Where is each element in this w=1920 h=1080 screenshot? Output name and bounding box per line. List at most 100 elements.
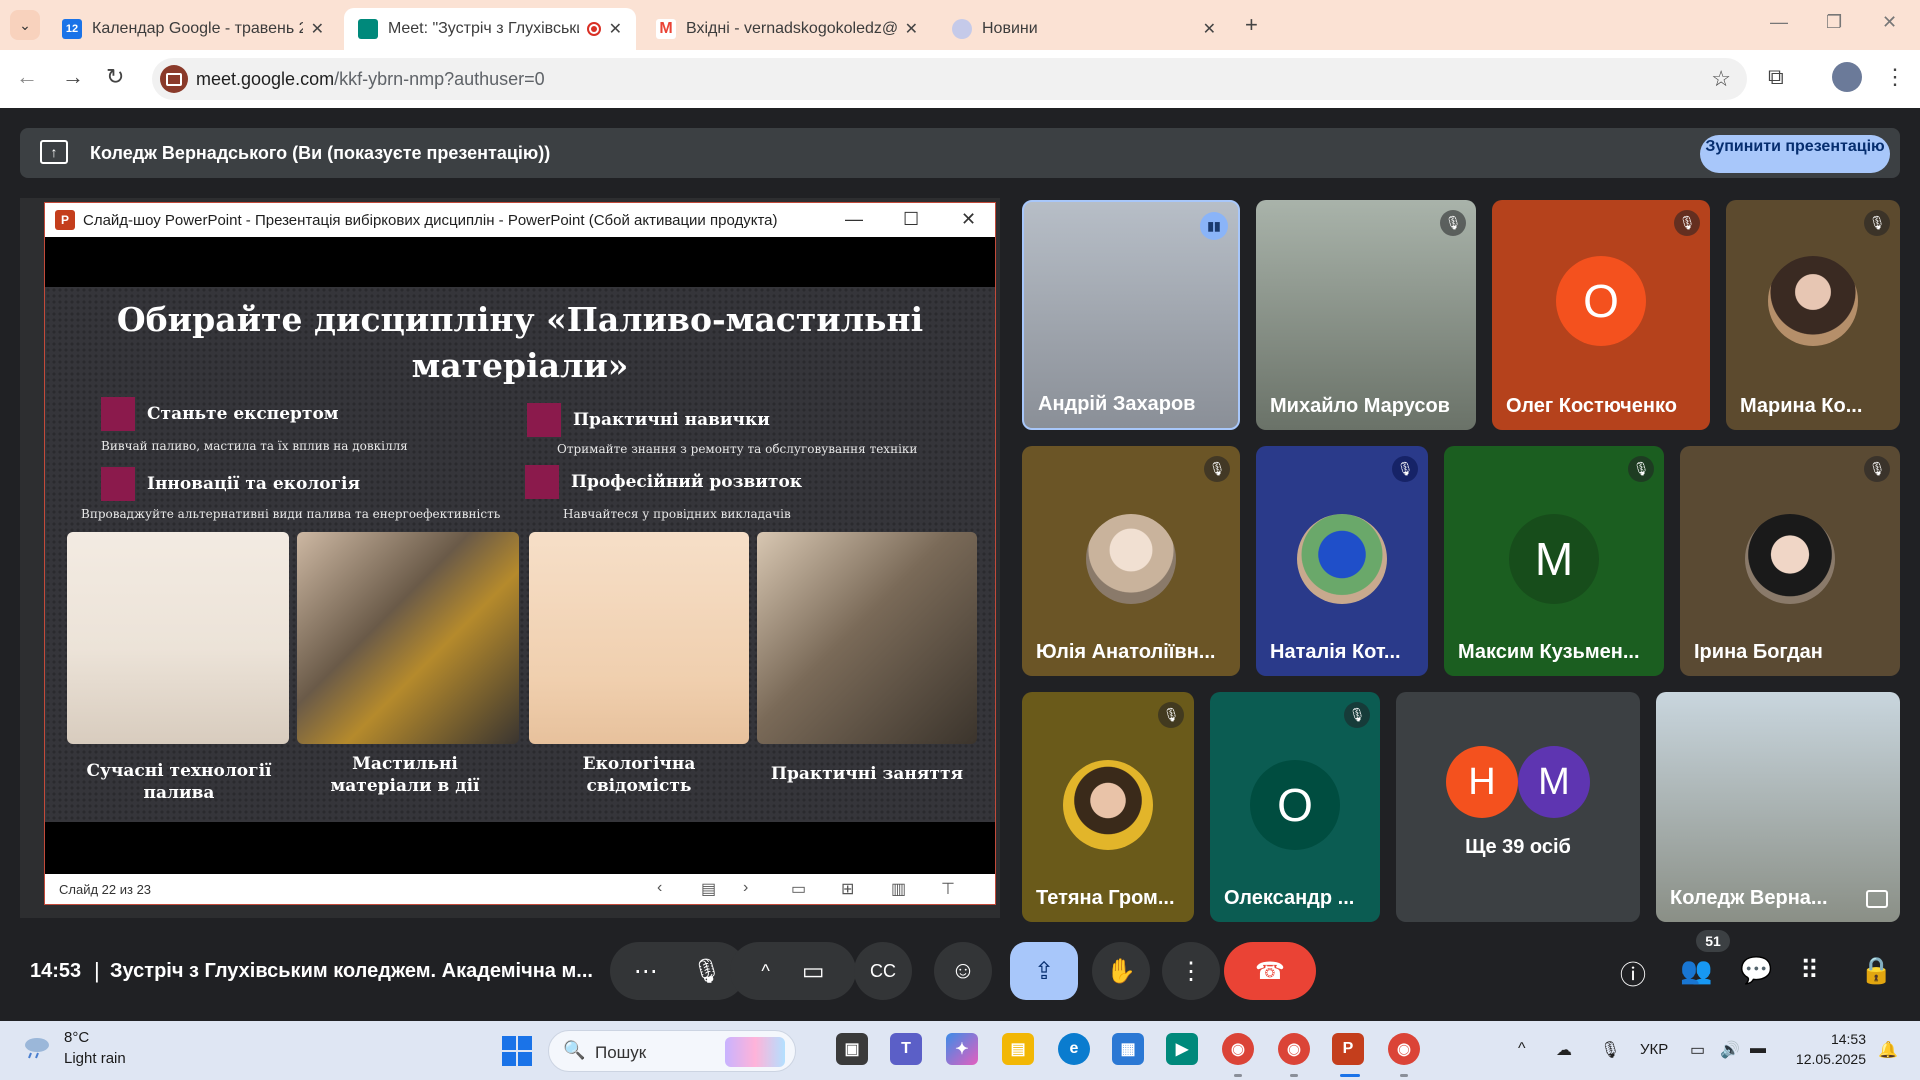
mic-off-icon: 🎙 bbox=[1628, 456, 1654, 482]
edge-icon[interactable]: e bbox=[1058, 1033, 1090, 1065]
chrome-alt-icon[interactable]: ◉ bbox=[1388, 1033, 1420, 1065]
participant-name: Марина Ко... bbox=[1740, 395, 1863, 417]
taskbar-time[interactable]: 14:53 bbox=[1796, 1031, 1866, 1047]
close-icon[interactable]: ✕ bbox=[609, 19, 622, 39]
prev-slide-icon[interactable]: ‹ bbox=[657, 879, 662, 897]
microphone-icon[interactable]: 🎙 bbox=[692, 957, 722, 986]
captions-button[interactable]: CC bbox=[854, 942, 912, 1000]
slide: Обирайте дисципліну «Паливо-мастильні ма… bbox=[45, 287, 995, 822]
self-view-tile[interactable]: Коледж Верна... bbox=[1656, 692, 1900, 922]
camera-icon[interactable]: ▭ bbox=[802, 957, 825, 986]
input-language[interactable]: УКР bbox=[1640, 1041, 1668, 1058]
participant-tile[interactable]: 🎙 О Олександр ... bbox=[1210, 692, 1380, 922]
search-highlight-image bbox=[725, 1037, 785, 1067]
pip-icon[interactable] bbox=[1866, 890, 1888, 908]
close-icon[interactable]: ✕ bbox=[1203, 19, 1216, 39]
address-bar[interactable]: meet.google.com/kkf-ybrn-nmp?authuser=0 … bbox=[152, 58, 1747, 100]
more-audio-options-icon[interactable]: ⋯ bbox=[634, 957, 658, 986]
leave-call-button[interactable]: ☎ bbox=[1224, 942, 1316, 1000]
host-controls-icon[interactable]: 🔒 bbox=[1860, 955, 1892, 986]
feature-desc: Впроваджуйте альтернативні види палива т… bbox=[81, 507, 501, 521]
onedrive-icon[interactable]: ☁ bbox=[1556, 1040, 1572, 1060]
bullet-square bbox=[101, 467, 135, 501]
close-window-button[interactable]: ✕ bbox=[1882, 12, 1897, 33]
raise-hand-button[interactable]: ✋ bbox=[1092, 942, 1150, 1000]
participant-tile[interactable]: 🎙 О Олег Костюченко bbox=[1492, 200, 1710, 430]
meeting-info-icon[interactable]: ⓘ bbox=[1620, 955, 1646, 992]
participant-tile[interactable]: 🎙 Тетяна Гром... bbox=[1022, 692, 1194, 922]
file-explorer-icon[interactable]: ▤ bbox=[1002, 1033, 1034, 1065]
volume-icon[interactable]: 🔊 bbox=[1720, 1040, 1740, 1060]
chrome-icon[interactable]: ◉ bbox=[1222, 1033, 1254, 1065]
participant-tile[interactable]: 🎙 Марина Ко... bbox=[1726, 200, 1900, 430]
close-icon[interactable]: ✕ bbox=[905, 19, 918, 39]
notifications-icon[interactable]: 🔔 bbox=[1878, 1040, 1898, 1060]
chevron-up-icon[interactable]: ^ bbox=[761, 961, 769, 982]
windows-start-icon[interactable] bbox=[502, 1036, 532, 1066]
weather-temperature[interactable]: 8°C bbox=[64, 1029, 89, 1046]
taskbar-date[interactable]: 12.05.2025 bbox=[1770, 1051, 1866, 1067]
minimize-button[interactable]: — bbox=[1770, 12, 1788, 33]
store-icon[interactable]: ▦ bbox=[1112, 1033, 1144, 1065]
participant-tile[interactable]: 🎙 Михайло Марусов bbox=[1256, 200, 1476, 430]
taskbar-search[interactable]: 🔍 Пошук bbox=[548, 1030, 796, 1072]
extensions-icon[interactable]: ⧉ bbox=[1768, 64, 1784, 90]
present-now-button[interactable]: ⇪ bbox=[1010, 942, 1078, 1000]
powerpoint-taskbar-icon[interactable]: P bbox=[1332, 1033, 1364, 1065]
next-slide-icon[interactable]: › bbox=[743, 879, 748, 897]
emoji-reactions-button[interactable]: ☺ bbox=[934, 942, 992, 1000]
battery-icon[interactable]: ▬ bbox=[1750, 1040, 1766, 1058]
bookmark-star-icon[interactable]: ☆ bbox=[1711, 66, 1731, 92]
avatar: Н bbox=[1446, 746, 1518, 818]
sorter-view-icon[interactable]: ⊞ bbox=[841, 879, 854, 899]
stop-presenting-button[interactable]: Зупинити презентацію bbox=[1700, 135, 1890, 173]
teams-icon[interactable]: T bbox=[890, 1033, 922, 1065]
activities-icon[interactable]: ⠿ bbox=[1800, 955, 1819, 986]
tab-calendar[interactable]: 12 Календар Google - травень 20 ✕ bbox=[48, 8, 338, 50]
participant-tile[interactable]: 🎙 М Максим Кузьмен... bbox=[1444, 446, 1664, 676]
site-info-icon[interactable] bbox=[160, 65, 188, 93]
tab-search-button[interactable]: ⌄ bbox=[10, 10, 40, 40]
reload-button[interactable]: ↻ bbox=[106, 64, 124, 90]
new-tab-button[interactable]: + bbox=[1245, 12, 1258, 38]
mic-tray-icon[interactable]: 🎙 bbox=[1600, 1040, 1620, 1060]
pp-close-button[interactable]: ✕ bbox=[961, 209, 976, 230]
task-view-icon[interactable]: ▣ bbox=[836, 1033, 868, 1065]
people-icon[interactable]: 👥 bbox=[1680, 955, 1712, 986]
normal-view-icon[interactable]: ▭ bbox=[791, 879, 806, 899]
participant-name: Коледж Верна... bbox=[1670, 887, 1828, 909]
pp-minimize-button[interactable]: — bbox=[845, 209, 863, 230]
tab-gmail[interactable]: M Вхідні - vernadskogokoledz@g ✕ bbox=[642, 8, 932, 50]
participant-tile[interactable]: 🎙 Юлія Анатоліївн... bbox=[1022, 446, 1240, 676]
bullet-square bbox=[525, 465, 559, 499]
tab-news[interactable]: Новини ✕ bbox=[938, 8, 1230, 50]
weather-condition[interactable]: Light rain bbox=[64, 1050, 126, 1067]
chat-icon[interactable]: 💬 bbox=[1740, 955, 1772, 986]
mic-off-icon: 🎙 bbox=[1864, 456, 1890, 482]
url-text[interactable]: meet.google.com/kkf-ybrn-nmp?authuser=0 bbox=[196, 69, 545, 90]
more-options-button[interactable]: ⋮ bbox=[1162, 942, 1220, 1000]
notes-icon[interactable]: ▤ bbox=[701, 879, 716, 899]
close-icon[interactable]: ✕ bbox=[311, 19, 324, 39]
copilot-icon[interactable]: ✦ bbox=[946, 1033, 978, 1065]
running-indicator bbox=[1400, 1074, 1408, 1077]
forward-button[interactable]: → bbox=[62, 64, 84, 90]
meet-app-icon[interactable]: ▶ bbox=[1166, 1033, 1198, 1065]
network-icon[interactable]: ▭ bbox=[1690, 1040, 1705, 1060]
slideshow-icon[interactable]: ⊤ bbox=[941, 879, 955, 899]
pp-maximize-button[interactable]: ☐ bbox=[903, 209, 919, 230]
participant-tile[interactable]: ▮▮ Андрій Захаров bbox=[1022, 200, 1240, 430]
participant-tile[interactable]: 🎙 Ірина Богдан bbox=[1680, 446, 1900, 676]
profile-avatar[interactable] bbox=[1832, 62, 1862, 92]
participant-tile[interactable]: 🎙 Наталія Кот... bbox=[1256, 446, 1428, 676]
chevron-up-icon[interactable]: ^ bbox=[1518, 1040, 1526, 1058]
back-button[interactable]: ← bbox=[16, 64, 38, 90]
chrome-profile-icon[interactable]: ◉ bbox=[1278, 1033, 1310, 1065]
url-host: meet.google.com bbox=[196, 69, 335, 89]
more-participants-tile[interactable]: Н М Ще 39 осіб bbox=[1396, 692, 1640, 922]
feature-desc: Вивчай паливо, мастила та їх вплив на до… bbox=[101, 439, 408, 453]
reading-view-icon[interactable]: ▥ bbox=[891, 879, 906, 899]
tab-meet[interactable]: Meet: "Зустріч з Глухівськи ✕ bbox=[344, 8, 636, 50]
restore-button[interactable]: ❐ bbox=[1826, 12, 1842, 33]
browser-menu-icon[interactable]: ⋮ bbox=[1884, 64, 1906, 90]
